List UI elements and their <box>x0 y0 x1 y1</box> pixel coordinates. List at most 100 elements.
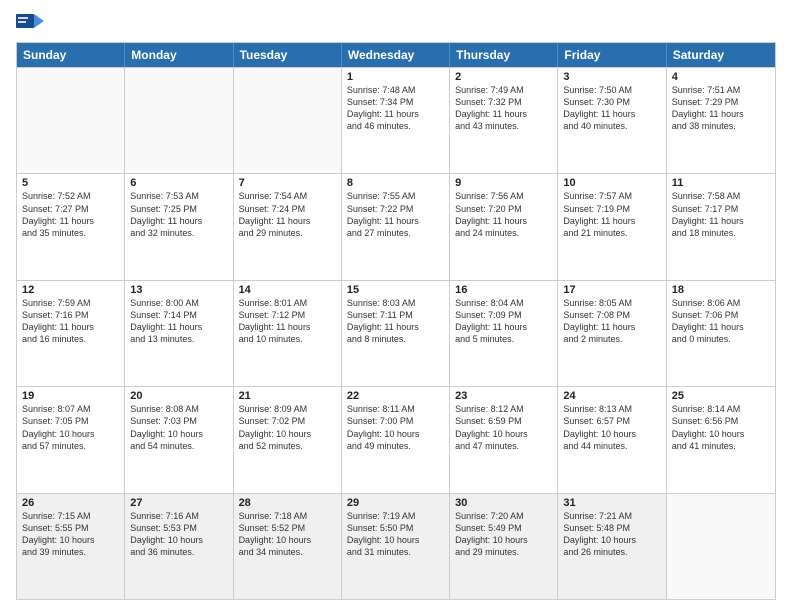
calendar-cell <box>667 494 775 599</box>
day-number: 30 <box>455 497 552 509</box>
weekday-header: Friday <box>558 43 666 67</box>
day-info: Sunrise: 8:11 AM Sunset: 7:00 PM Dayligh… <box>347 403 444 452</box>
calendar-cell: 11Sunrise: 7:58 AM Sunset: 7:17 PM Dayli… <box>667 174 775 279</box>
day-number: 23 <box>455 390 552 402</box>
day-number: 7 <box>239 177 336 189</box>
calendar-row: 26Sunrise: 7:15 AM Sunset: 5:55 PM Dayli… <box>17 493 775 599</box>
calendar-cell: 17Sunrise: 8:05 AM Sunset: 7:08 PM Dayli… <box>558 281 666 386</box>
calendar-row: 12Sunrise: 7:59 AM Sunset: 7:16 PM Dayli… <box>17 280 775 386</box>
logo-icon <box>16 12 44 34</box>
calendar-cell: 7Sunrise: 7:54 AM Sunset: 7:24 PM Daylig… <box>234 174 342 279</box>
day-number: 25 <box>672 390 770 402</box>
calendar-cell: 12Sunrise: 7:59 AM Sunset: 7:16 PM Dayli… <box>17 281 125 386</box>
calendar-cell: 4Sunrise: 7:51 AM Sunset: 7:29 PM Daylig… <box>667 68 775 173</box>
day-info: Sunrise: 8:01 AM Sunset: 7:12 PM Dayligh… <box>239 297 336 346</box>
day-info: Sunrise: 7:51 AM Sunset: 7:29 PM Dayligh… <box>672 84 770 133</box>
calendar-cell: 2Sunrise: 7:49 AM Sunset: 7:32 PM Daylig… <box>450 68 558 173</box>
day-info: Sunrise: 7:48 AM Sunset: 7:34 PM Dayligh… <box>347 84 444 133</box>
calendar-cell: 19Sunrise: 8:07 AM Sunset: 7:05 PM Dayli… <box>17 387 125 492</box>
calendar-row: 1Sunrise: 7:48 AM Sunset: 7:34 PM Daylig… <box>17 67 775 173</box>
day-number: 18 <box>672 284 770 296</box>
day-info: Sunrise: 8:03 AM Sunset: 7:11 PM Dayligh… <box>347 297 444 346</box>
day-info: Sunrise: 8:06 AM Sunset: 7:06 PM Dayligh… <box>672 297 770 346</box>
calendar-body: 1Sunrise: 7:48 AM Sunset: 7:34 PM Daylig… <box>17 67 775 599</box>
day-number: 16 <box>455 284 552 296</box>
day-number: 14 <box>239 284 336 296</box>
day-info: Sunrise: 7:57 AM Sunset: 7:19 PM Dayligh… <box>563 190 660 239</box>
day-number: 3 <box>563 71 660 83</box>
calendar-cell: 23Sunrise: 8:12 AM Sunset: 6:59 PM Dayli… <box>450 387 558 492</box>
day-info: Sunrise: 7:52 AM Sunset: 7:27 PM Dayligh… <box>22 190 119 239</box>
day-number: 27 <box>130 497 227 509</box>
calendar-cell: 25Sunrise: 8:14 AM Sunset: 6:56 PM Dayli… <box>667 387 775 492</box>
day-number: 4 <box>672 71 770 83</box>
day-info: Sunrise: 7:15 AM Sunset: 5:55 PM Dayligh… <box>22 510 119 559</box>
day-number: 19 <box>22 390 119 402</box>
day-number: 26 <box>22 497 119 509</box>
calendar-cell: 18Sunrise: 8:06 AM Sunset: 7:06 PM Dayli… <box>667 281 775 386</box>
calendar-cell: 27Sunrise: 7:16 AM Sunset: 5:53 PM Dayli… <box>125 494 233 599</box>
calendar-cell: 21Sunrise: 8:09 AM Sunset: 7:02 PM Dayli… <box>234 387 342 492</box>
day-info: Sunrise: 8:05 AM Sunset: 7:08 PM Dayligh… <box>563 297 660 346</box>
day-info: Sunrise: 7:56 AM Sunset: 7:20 PM Dayligh… <box>455 190 552 239</box>
calendar-cell: 22Sunrise: 8:11 AM Sunset: 7:00 PM Dayli… <box>342 387 450 492</box>
day-info: Sunrise: 7:21 AM Sunset: 5:48 PM Dayligh… <box>563 510 660 559</box>
day-number: 11 <box>672 177 770 189</box>
day-number: 10 <box>563 177 660 189</box>
calendar-cell: 20Sunrise: 8:08 AM Sunset: 7:03 PM Dayli… <box>125 387 233 492</box>
day-info: Sunrise: 8:08 AM Sunset: 7:03 PM Dayligh… <box>130 403 227 452</box>
day-info: Sunrise: 8:00 AM Sunset: 7:14 PM Dayligh… <box>130 297 227 346</box>
day-info: Sunrise: 7:49 AM Sunset: 7:32 PM Dayligh… <box>455 84 552 133</box>
day-number: 2 <box>455 71 552 83</box>
calendar-cell <box>234 68 342 173</box>
day-number: 13 <box>130 284 227 296</box>
day-number: 22 <box>347 390 444 402</box>
day-info: Sunrise: 7:19 AM Sunset: 5:50 PM Dayligh… <box>347 510 444 559</box>
calendar-cell: 15Sunrise: 8:03 AM Sunset: 7:11 PM Dayli… <box>342 281 450 386</box>
calendar-cell: 28Sunrise: 7:18 AM Sunset: 5:52 PM Dayli… <box>234 494 342 599</box>
weekday-header: Saturday <box>667 43 775 67</box>
calendar-cell: 24Sunrise: 8:13 AM Sunset: 6:57 PM Dayli… <box>558 387 666 492</box>
day-number: 17 <box>563 284 660 296</box>
calendar-cell <box>17 68 125 173</box>
calendar-cell: 14Sunrise: 8:01 AM Sunset: 7:12 PM Dayli… <box>234 281 342 386</box>
day-number: 15 <box>347 284 444 296</box>
day-number: 1 <box>347 71 444 83</box>
day-info: Sunrise: 7:20 AM Sunset: 5:49 PM Dayligh… <box>455 510 552 559</box>
day-number: 31 <box>563 497 660 509</box>
day-number: 24 <box>563 390 660 402</box>
weekday-header: Wednesday <box>342 43 450 67</box>
day-number: 12 <box>22 284 119 296</box>
calendar: SundayMondayTuesdayWednesdayThursdayFrid… <box>16 42 776 600</box>
header <box>16 12 776 34</box>
day-info: Sunrise: 7:53 AM Sunset: 7:25 PM Dayligh… <box>130 190 227 239</box>
day-info: Sunrise: 7:58 AM Sunset: 7:17 PM Dayligh… <box>672 190 770 239</box>
day-info: Sunrise: 7:16 AM Sunset: 5:53 PM Dayligh… <box>130 510 227 559</box>
calendar-cell: 1Sunrise: 7:48 AM Sunset: 7:34 PM Daylig… <box>342 68 450 173</box>
day-info: Sunrise: 8:14 AM Sunset: 6:56 PM Dayligh… <box>672 403 770 452</box>
day-info: Sunrise: 8:04 AM Sunset: 7:09 PM Dayligh… <box>455 297 552 346</box>
calendar-cell: 6Sunrise: 7:53 AM Sunset: 7:25 PM Daylig… <box>125 174 233 279</box>
weekday-header: Thursday <box>450 43 558 67</box>
day-info: Sunrise: 7:54 AM Sunset: 7:24 PM Dayligh… <box>239 190 336 239</box>
day-info: Sunrise: 8:09 AM Sunset: 7:02 PM Dayligh… <box>239 403 336 452</box>
calendar-cell: 16Sunrise: 8:04 AM Sunset: 7:09 PM Dayli… <box>450 281 558 386</box>
calendar-cell: 29Sunrise: 7:19 AM Sunset: 5:50 PM Dayli… <box>342 494 450 599</box>
calendar-cell <box>125 68 233 173</box>
calendar-cell: 10Sunrise: 7:57 AM Sunset: 7:19 PM Dayli… <box>558 174 666 279</box>
calendar-row: 5Sunrise: 7:52 AM Sunset: 7:27 PM Daylig… <box>17 173 775 279</box>
calendar-cell: 31Sunrise: 7:21 AM Sunset: 5:48 PM Dayli… <box>558 494 666 599</box>
day-number: 8 <box>347 177 444 189</box>
page: SundayMondayTuesdayWednesdayThursdayFrid… <box>0 0 792 612</box>
day-info: Sunrise: 7:55 AM Sunset: 7:22 PM Dayligh… <box>347 190 444 239</box>
day-number: 5 <box>22 177 119 189</box>
calendar-row: 19Sunrise: 8:07 AM Sunset: 7:05 PM Dayli… <box>17 386 775 492</box>
calendar-cell: 3Sunrise: 7:50 AM Sunset: 7:30 PM Daylig… <box>558 68 666 173</box>
weekday-header: Sunday <box>17 43 125 67</box>
calendar-cell: 9Sunrise: 7:56 AM Sunset: 7:20 PM Daylig… <box>450 174 558 279</box>
day-info: Sunrise: 8:07 AM Sunset: 7:05 PM Dayligh… <box>22 403 119 452</box>
day-info: Sunrise: 7:59 AM Sunset: 7:16 PM Dayligh… <box>22 297 119 346</box>
logo <box>16 12 48 34</box>
day-number: 28 <box>239 497 336 509</box>
day-info: Sunrise: 7:50 AM Sunset: 7:30 PM Dayligh… <box>563 84 660 133</box>
